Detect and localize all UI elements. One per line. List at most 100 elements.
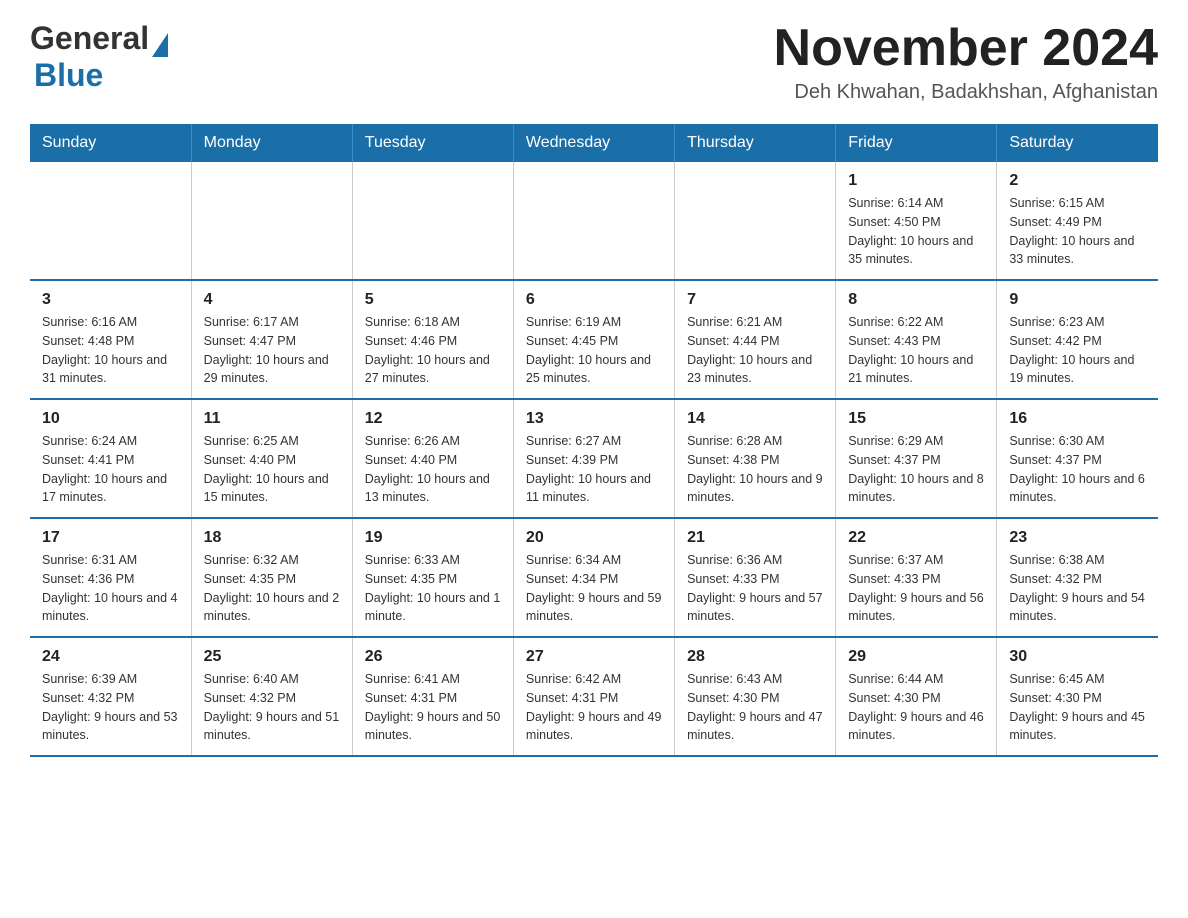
day-number: 4 — [204, 291, 340, 309]
day-info: Sunrise: 6:18 AM Sunset: 4:46 PM Dayligh… — [365, 313, 501, 388]
week-row-4: 17 Sunrise: 6:31 AM Sunset: 4:36 PM Dayli… — [30, 518, 1158, 637]
cell-w1-d1 — [191, 162, 352, 280]
day-number: 18 — [204, 529, 340, 547]
day-info: Sunrise: 6:26 AM Sunset: 4:40 PM Dayligh… — [365, 432, 501, 507]
day-number: 3 — [42, 291, 179, 309]
day-info: Sunrise: 6:45 AM Sunset: 4:30 PM Dayligh… — [1009, 670, 1146, 745]
title-section: November 2024 Deh Khwahan, Badakhshan, A… — [774, 20, 1158, 104]
page-header: General Blue November 2024 Deh Khwahan, … — [30, 20, 1158, 104]
week-row-2: 3 Sunrise: 6:16 AM Sunset: 4:48 PM Daylig… — [30, 280, 1158, 399]
day-number: 24 — [42, 648, 179, 666]
day-info: Sunrise: 6:24 AM Sunset: 4:41 PM Dayligh… — [42, 432, 179, 507]
cell-w4-d3: 20Sunrise: 6:34 AM Sunset: 4:34 PM Dayli… — [513, 518, 674, 637]
logo-triangle-icon — [152, 33, 168, 57]
day-number: 22 — [848, 529, 984, 547]
day-info: Sunrise: 6:36 AM Sunset: 4:33 PM Dayligh… — [687, 551, 823, 626]
day-info: Sunrise: 6:31 AM Sunset: 4:36 PM Dayligh… — [42, 551, 179, 626]
day-number: 30 — [1009, 648, 1146, 666]
cell-w1-d0 — [30, 162, 191, 280]
day-number: 20 — [526, 529, 662, 547]
cell-w3-d1: 11Sunrise: 6:25 AM Sunset: 4:40 PM Dayli… — [191, 399, 352, 518]
cell-w4-d4: 21Sunrise: 6:36 AM Sunset: 4:33 PM Dayli… — [675, 518, 836, 637]
day-info: Sunrise: 6:25 AM Sunset: 4:40 PM Dayligh… — [204, 432, 340, 507]
cell-w1-d4 — [675, 162, 836, 280]
cell-w5-d5: 29Sunrise: 6:44 AM Sunset: 4:30 PM Dayli… — [836, 637, 997, 756]
day-info: Sunrise: 6:23 AM Sunset: 4:42 PM Dayligh… — [1009, 313, 1146, 388]
cell-w5-d1: 25 Sunrise: 6:40 AM Sunset: 4:32 PM Dayli… — [191, 637, 352, 756]
logo: General Blue — [30, 20, 168, 94]
day-number: 12 — [365, 410, 501, 428]
header-saturday: Saturday — [997, 124, 1158, 162]
day-number: 19 — [365, 529, 501, 547]
header-thursday: Thursday — [675, 124, 836, 162]
day-info: Sunrise: 6:30 AM Sunset: 4:37 PM Dayligh… — [1009, 432, 1146, 507]
cell-w5-d3: 27 Sunrise: 6:42 AM Sunset: 4:31 PM Dayli… — [513, 637, 674, 756]
day-info: Sunrise: 6:22 AM Sunset: 4:43 PM Dayligh… — [848, 313, 984, 388]
day-number: 14 — [687, 410, 823, 428]
day-info: Sunrise: 6:40 AM Sunset: 4:32 PM Dayligh… — [204, 670, 340, 745]
day-info: Sunrise: 6:15 AM Sunset: 4:49 PM Dayligh… — [1009, 194, 1146, 269]
day-number: 27 — [526, 648, 662, 666]
cell-w5-d6: 30 Sunrise: 6:45 AM Sunset: 4:30 PM Dayli… — [997, 637, 1158, 756]
calendar-body: 1 Sunrise: 6:14 AM Sunset: 4:50 PM Daylig… — [30, 162, 1158, 756]
day-number: 10 — [42, 410, 179, 428]
cell-w3-d0: 10 Sunrise: 6:24 AM Sunset: 4:41 PM Dayli… — [30, 399, 191, 518]
cell-w2-d1: 4 Sunrise: 6:17 AM Sunset: 4:47 PM Daylig… — [191, 280, 352, 399]
day-info: Sunrise: 6:32 AM Sunset: 4:35 PM Dayligh… — [204, 551, 340, 626]
day-info: Sunrise: 6:17 AM Sunset: 4:47 PM Dayligh… — [204, 313, 340, 388]
day-number: 25 — [204, 648, 340, 666]
cell-w4-d6: 23Sunrise: 6:38 AM Sunset: 4:32 PM Dayli… — [997, 518, 1158, 637]
cell-w3-d4: 14 Sunrise: 6:28 AM Sunset: 4:38 PM Dayli… — [675, 399, 836, 518]
cell-w5-d0: 24 Sunrise: 6:39 AM Sunset: 4:32 PM Dayli… — [30, 637, 191, 756]
day-number: 23 — [1009, 529, 1146, 547]
cell-w2-d6: 9 Sunrise: 6:23 AM Sunset: 4:42 PM Daylig… — [997, 280, 1158, 399]
day-info: Sunrise: 6:41 AM Sunset: 4:31 PM Dayligh… — [365, 670, 501, 745]
day-info: Sunrise: 6:43 AM Sunset: 4:30 PM Dayligh… — [687, 670, 823, 745]
day-number: 17 — [42, 529, 179, 547]
day-info: Sunrise: 6:21 AM Sunset: 4:44 PM Dayligh… — [687, 313, 823, 388]
cell-w4-d2: 19 Sunrise: 6:33 AM Sunset: 4:35 PM Dayli… — [352, 518, 513, 637]
day-number: 28 — [687, 648, 823, 666]
day-number: 5 — [365, 291, 501, 309]
day-info: Sunrise: 6:28 AM Sunset: 4:38 PM Dayligh… — [687, 432, 823, 507]
cell-w3-d5: 15 Sunrise: 6:29 AM Sunset: 4:37 PM Dayli… — [836, 399, 997, 518]
cell-w4-d1: 18 Sunrise: 6:32 AM Sunset: 4:35 PM Dayli… — [191, 518, 352, 637]
header-friday: Friday — [836, 124, 997, 162]
day-info: Sunrise: 6:29 AM Sunset: 4:37 PM Dayligh… — [848, 432, 984, 507]
cell-w2-d5: 8Sunrise: 6:22 AM Sunset: 4:43 PM Daylig… — [836, 280, 997, 399]
day-info: Sunrise: 6:16 AM Sunset: 4:48 PM Dayligh… — [42, 313, 179, 388]
day-number: 1 — [848, 172, 984, 190]
header-wednesday: Wednesday — [513, 124, 674, 162]
day-info: Sunrise: 6:37 AM Sunset: 4:33 PM Dayligh… — [848, 551, 984, 626]
day-number: 15 — [848, 410, 984, 428]
day-info: Sunrise: 6:14 AM Sunset: 4:50 PM Dayligh… — [848, 194, 984, 269]
header-monday: Monday — [191, 124, 352, 162]
logo-blue-text: Blue — [30, 57, 103, 94]
week-row-3: 10 Sunrise: 6:24 AM Sunset: 4:41 PM Dayli… — [30, 399, 1158, 518]
day-number: 26 — [365, 648, 501, 666]
cell-w4-d0: 17 Sunrise: 6:31 AM Sunset: 4:36 PM Dayli… — [30, 518, 191, 637]
day-number: 13 — [526, 410, 662, 428]
cell-w3-d2: 12 Sunrise: 6:26 AM Sunset: 4:40 PM Dayli… — [352, 399, 513, 518]
cell-w4-d5: 22 Sunrise: 6:37 AM Sunset: 4:33 PM Dayli… — [836, 518, 997, 637]
calendar-header: SundayMondayTuesdayWednesdayThursdayFrid… — [30, 124, 1158, 162]
cell-w2-d0: 3 Sunrise: 6:16 AM Sunset: 4:48 PM Daylig… — [30, 280, 191, 399]
cell-w1-d6: 2Sunrise: 6:15 AM Sunset: 4:49 PM Daylig… — [997, 162, 1158, 280]
day-info: Sunrise: 6:44 AM Sunset: 4:30 PM Dayligh… — [848, 670, 984, 745]
cell-w5-d4: 28 Sunrise: 6:43 AM Sunset: 4:30 PM Dayli… — [675, 637, 836, 756]
cell-w3-d3: 13 Sunrise: 6:27 AM Sunset: 4:39 PM Dayli… — [513, 399, 674, 518]
header-sunday: Sunday — [30, 124, 191, 162]
day-info: Sunrise: 6:19 AM Sunset: 4:45 PM Dayligh… — [526, 313, 662, 388]
cell-w1-d2 — [352, 162, 513, 280]
day-info: Sunrise: 6:39 AM Sunset: 4:32 PM Dayligh… — [42, 670, 179, 745]
day-info: Sunrise: 6:27 AM Sunset: 4:39 PM Dayligh… — [526, 432, 662, 507]
day-number: 16 — [1009, 410, 1146, 428]
cell-w2-d4: 7 Sunrise: 6:21 AM Sunset: 4:44 PM Daylig… — [675, 280, 836, 399]
day-number: 9 — [1009, 291, 1146, 309]
day-info: Sunrise: 6:33 AM Sunset: 4:35 PM Dayligh… — [365, 551, 501, 626]
day-header-row: SundayMondayTuesdayWednesdayThursdayFrid… — [30, 124, 1158, 162]
day-number: 7 — [687, 291, 823, 309]
cell-w5-d2: 26 Sunrise: 6:41 AM Sunset: 4:31 PM Dayli… — [352, 637, 513, 756]
cell-w2-d3: 6Sunrise: 6:19 AM Sunset: 4:45 PM Daylig… — [513, 280, 674, 399]
day-info: Sunrise: 6:42 AM Sunset: 4:31 PM Dayligh… — [526, 670, 662, 745]
